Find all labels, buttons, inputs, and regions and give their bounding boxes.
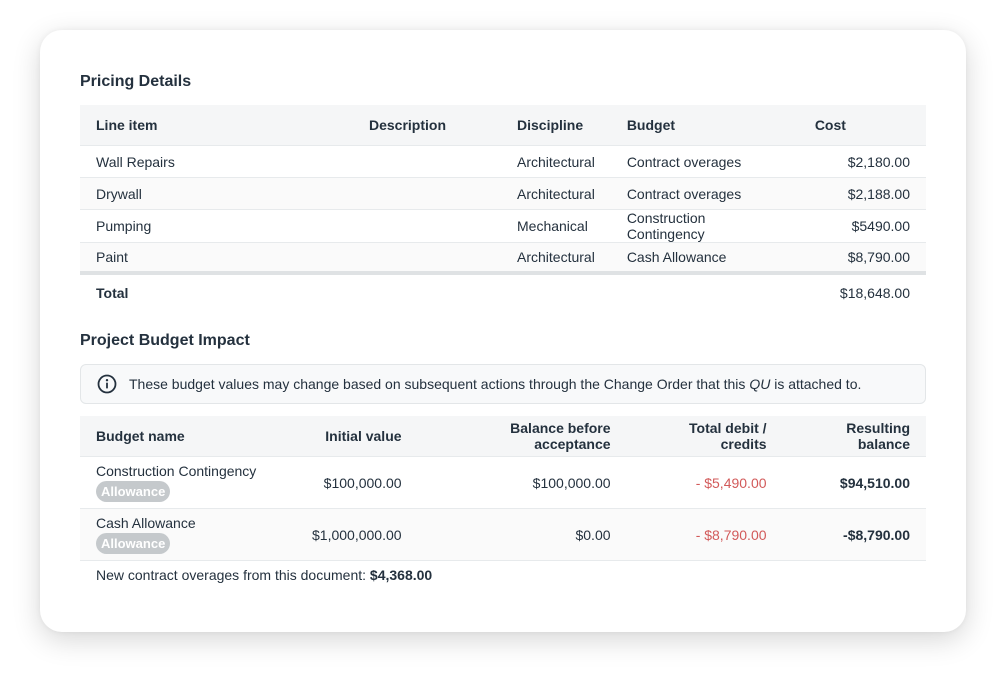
- discipline-cell: Architectural: [501, 177, 611, 210]
- description-cell: [353, 209, 501, 243]
- col-budget-name[interactable]: Budget name: [80, 416, 296, 457]
- budget-cell: Contract overages: [610, 177, 799, 210]
- budget-cell: Cash Allowance: [610, 242, 799, 275]
- budget-name: Cash Allowance: [96, 515, 196, 531]
- impact-header-row: Budget name Initial value Balance before…: [80, 416, 926, 457]
- table-row[interactable]: Cash Allowance Allowance $1,000,000.00 $…: [80, 508, 926, 561]
- line-item-cell: Wall Repairs: [80, 145, 353, 178]
- info-text: These budget values may change based on …: [129, 376, 861, 392]
- debit-cell: - $8,790.00: [626, 508, 783, 561]
- allowance-badge: Allowance: [96, 533, 171, 554]
- line-item-cell: Pumping: [80, 209, 353, 243]
- col-initial-value[interactable]: Initial value: [296, 416, 418, 457]
- resulting-balance-cell: -$8,790.00: [782, 508, 926, 561]
- cost-cell: $2,180.00: [798, 145, 926, 178]
- info-text-document-type: QU: [749, 376, 771, 392]
- col-cost[interactable]: Cost: [798, 105, 926, 146]
- info-circle-icon: [97, 374, 117, 394]
- table-row[interactable]: Wall Repairs Architectural Contract over…: [80, 145, 926, 178]
- cost-cell: $5490.00: [798, 209, 926, 243]
- total-row: Total $18,648.00: [80, 273, 926, 311]
- pricing-details-title: Pricing Details: [80, 73, 192, 90]
- discipline-cell: Architectural: [501, 242, 611, 275]
- col-total-debit-credits[interactable]: Total debit / credits: [626, 416, 783, 457]
- info-text-suffix: is attached to.: [774, 376, 862, 392]
- line-item-cell: Drywall: [80, 177, 353, 210]
- col-budget[interactable]: Budget: [610, 105, 799, 146]
- budget-cell: Contract overages: [610, 145, 799, 178]
- total-empty-cell: [353, 273, 501, 311]
- initial-value-cell: $1,000,000.00: [296, 508, 418, 561]
- budget-name: Construction Contingency: [96, 463, 257, 479]
- budget-name-cell: Cash Allowance Allowance: [80, 508, 296, 561]
- pricing-table: Line item Description Discipline Budget …: [80, 105, 926, 311]
- col-line-item[interactable]: Line item: [80, 105, 353, 146]
- table-row[interactable]: Construction Contingency Allowance $100,…: [80, 456, 926, 509]
- debit-cell: - $5,490.00: [626, 456, 783, 509]
- budget-impact-table: Budget name Initial value Balance before…: [80, 416, 926, 561]
- total-empty-cell: [611, 273, 799, 311]
- initial-value-cell: $100,000.00: [296, 456, 418, 509]
- cost-cell: $2,188.00: [798, 177, 926, 210]
- balance-before-cell: $100,000.00: [417, 456, 627, 509]
- col-discipline[interactable]: Discipline: [501, 105, 611, 146]
- resulting-balance-cell: $94,510.00: [782, 456, 926, 509]
- allowance-badge: Allowance: [96, 481, 171, 502]
- table-row[interactable]: Drywall Architectural Contract overages …: [80, 177, 926, 210]
- cost-cell: $8,790.00: [798, 242, 926, 275]
- description-cell: [353, 145, 501, 178]
- budget-name-cell: Construction Contingency Allowance: [80, 456, 296, 509]
- total-label: Total: [96, 285, 129, 301]
- info-banner: These budget values may change based on …: [80, 364, 926, 404]
- description-cell: [353, 242, 501, 275]
- table-row[interactable]: Pumping Mechanical Construction Continge…: [80, 209, 926, 243]
- pricing-card: Pricing Details Line item Description Di…: [40, 30, 966, 632]
- pricing-header-row: Line item Description Discipline Budget …: [80, 105, 926, 146]
- table-row[interactable]: Paint Architectural Cash Allowance $8,79…: [80, 242, 926, 275]
- line-item-cell: Paint: [80, 242, 353, 275]
- total-empty-cell: [501, 273, 611, 311]
- overages-value: $4,368.00: [369, 567, 433, 583]
- col-balance-before[interactable]: Balance before acceptance: [417, 416, 627, 457]
- budget-cell: Construction Contingency: [610, 209, 799, 243]
- description-cell: [353, 177, 501, 210]
- contract-overages-summary: New contract overages from this document…: [96, 567, 432, 583]
- overages-label: New contract overages from this document…: [96, 567, 367, 583]
- info-text-prefix: These budget values may change based on …: [129, 376, 746, 392]
- discipline-cell: Architectural: [501, 145, 611, 178]
- discipline-cell: Mechanical: [501, 209, 611, 243]
- col-resulting-balance[interactable]: Resulting balance: [782, 416, 926, 457]
- col-description[interactable]: Description: [353, 105, 501, 146]
- project-budget-impact-title: Project Budget Impact: [80, 332, 250, 349]
- total-value: $18,648.00: [839, 285, 910, 301]
- balance-before-cell: $0.00: [417, 508, 627, 561]
